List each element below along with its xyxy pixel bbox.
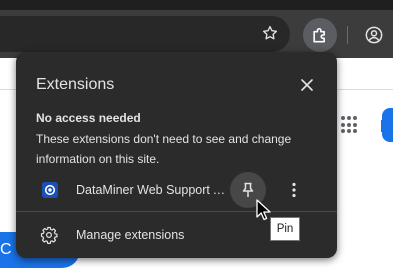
account-icon: [365, 26, 383, 44]
extensions-button[interactable]: [303, 18, 337, 52]
manage-extensions-label: Manage extensions: [76, 228, 185, 242]
page-blue-button[interactable]: [382, 108, 393, 142]
popup-divider: [16, 211, 337, 212]
page-pill-label: C: [0, 241, 12, 258]
dataminer-icon: [42, 182, 58, 198]
address-bar[interactable]: [0, 16, 290, 52]
bookmark-star-icon[interactable]: [259, 22, 281, 44]
close-button[interactable]: [296, 74, 318, 96]
screen: C Extensions No access needed These exte…: [0, 0, 393, 272]
extension-item[interactable]: DataMiner Web Support A…: [16, 170, 337, 210]
apps-grid-icon[interactable]: [341, 116, 359, 134]
extension-name: DataMiner Web Support A…: [76, 183, 231, 197]
puzzle-icon: [313, 28, 325, 43]
star-icon: [262, 25, 278, 40]
profile-button[interactable]: [362, 23, 386, 47]
tab-strip: [0, 0, 393, 10]
section-description: These extensions don't need to see and c…: [36, 132, 292, 166]
more-vert-icon: [292, 182, 296, 198]
section-heading: No access needed: [36, 111, 141, 125]
more-options-button[interactable]: [282, 178, 306, 202]
close-icon: [301, 79, 313, 91]
pin-icon: [242, 182, 254, 197]
popup-title: Extensions: [36, 76, 115, 93]
toolbar-separator: [347, 26, 348, 44]
gear-icon: [40, 226, 58, 244]
pin-tooltip: Pin: [270, 217, 300, 241]
